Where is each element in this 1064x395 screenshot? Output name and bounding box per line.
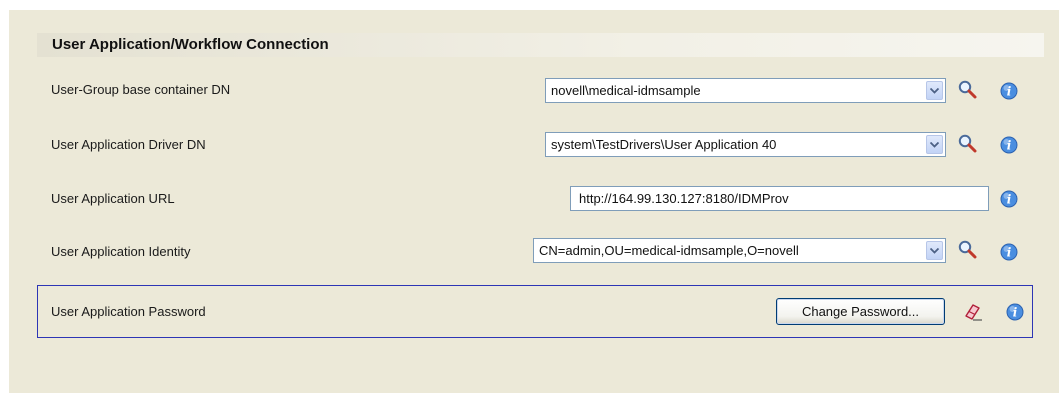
url-input[interactable]: http://164.99.130.127:8180/IDMProv [570,186,989,211]
svg-text:i: i [1007,139,1012,153]
identity-combo[interactable]: CN=admin,OU=medical-idmsample,O=novell [533,238,946,263]
user-group-container-value: novell\medical-idmsample [551,83,701,98]
change-password-button[interactable]: Change Password... [776,298,945,325]
magnifier-icon[interactable] [957,133,977,153]
user-group-container-label: User-Group base container DN [51,82,231,97]
user-group-container-combo[interactable]: novell\medical-idmsample [545,78,946,103]
info-icon[interactable]: i [999,81,1019,101]
driver-dn-label: User Application Driver DN [51,137,206,152]
section-title: User Application/Workflow Connection [52,36,329,53]
password-label: User Application Password [51,304,206,319]
svg-text:i: i [1013,306,1018,320]
eraser-icon[interactable] [962,301,982,321]
identity-value: CN=admin,OU=medical-idmsample,O=novell [539,243,799,258]
driver-dn-combo[interactable]: system\TestDrivers\User Application 40 [545,132,946,157]
info-icon[interactable]: i [999,242,1019,262]
identity-label: User Application Identity [51,244,191,259]
svg-text:i: i [1007,193,1012,207]
chevron-down-icon[interactable] [926,81,943,100]
magnifier-icon[interactable] [957,239,977,259]
chevron-down-icon[interactable] [926,241,943,260]
magnifier-icon[interactable] [957,79,977,99]
info-icon[interactable]: i [999,189,1019,209]
info-icon[interactable]: i [1005,302,1025,322]
chevron-down-icon[interactable] [926,135,943,154]
svg-text:i: i [1007,246,1012,260]
svg-text:i: i [1007,85,1012,99]
url-value: http://164.99.130.127:8180/IDMProv [579,191,789,206]
info-icon[interactable]: i [999,135,1019,155]
driver-dn-value: system\TestDrivers\User Application 40 [551,137,777,152]
url-label: User Application URL [51,191,175,206]
